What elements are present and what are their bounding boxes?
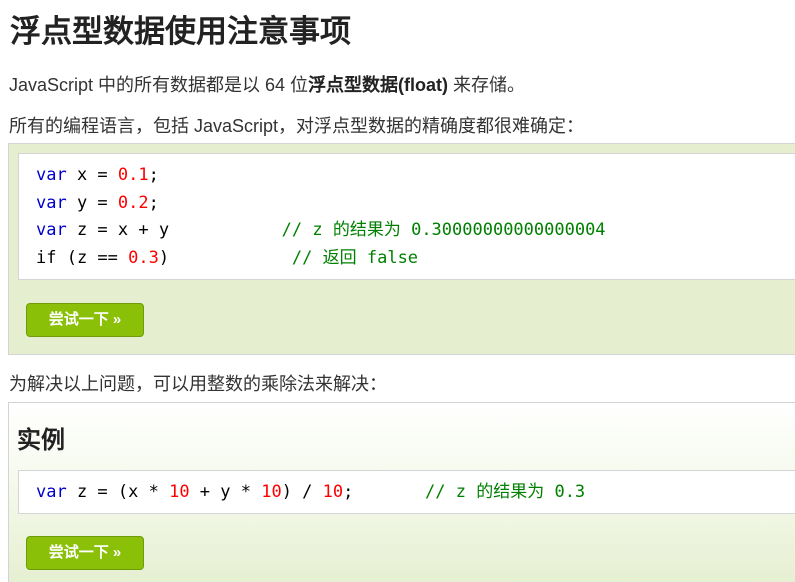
intro-text-bold: 浮点型数据(float) — [308, 75, 449, 95]
code-block-2: var z = (x * 10 + y * 10) / 10; // z 的结果… — [18, 470, 795, 514]
intro-text-before: JavaScript 中的所有数据都是以 64 位 — [9, 75, 309, 95]
example-title: 实例 — [17, 427, 65, 454]
code-line-3: var z = x + y // z 的结果为 0.30000000000000… — [36, 220, 606, 240]
page-title: 浮点型数据使用注意事项 — [10, 14, 351, 49]
code-text-1: var x = 0.1; var y = 0.2; var z = x + y //… — [36, 162, 606, 272]
code-block-1: var x = 0.1; var y = 0.2; var z = x + y //… — [18, 153, 795, 280]
example-box-1: var x = 0.1; var y = 0.2; var z = x + y //… — [8, 143, 795, 355]
example-box-2: 实例 var z = (x * 10 + y * 10) / 10; // z … — [8, 402, 795, 582]
tutorial-page: 浮点型数据使用注意事项 JavaScript 中的所有数据都是以 64 位浮点型… — [0, 0, 795, 582]
code-text-2: var z = (x * 10 + y * 10) / 10; // z 的结果… — [36, 479, 585, 507]
try-it-button-2[interactable]: 尝试一下 » — [26, 536, 144, 570]
code-line-1: var z = (x * 10 + y * 10) / 10; // z 的结果… — [36, 482, 586, 502]
code-line-1: var x = 0.1; — [36, 165, 159, 185]
intro-text-after: 来存储。 — [448, 75, 526, 95]
code-line-2: var y = 0.2; — [36, 192, 159, 213]
precision-paragraph: 所有的编程语言，包括 JavaScript，对浮点型数据的精确度都很难确定： — [9, 116, 585, 136]
code-line-4: if (z == 0.3) // 返回 false — [36, 247, 419, 268]
intro-paragraph: JavaScript 中的所有数据都是以 64 位浮点型数据(float) 来存… — [9, 72, 525, 98]
try-it-button-1[interactable]: 尝试一下 » — [26, 303, 144, 337]
solution-paragraph: 为解决以上问题，可以用整数的乘除法来解决： — [9, 374, 387, 394]
